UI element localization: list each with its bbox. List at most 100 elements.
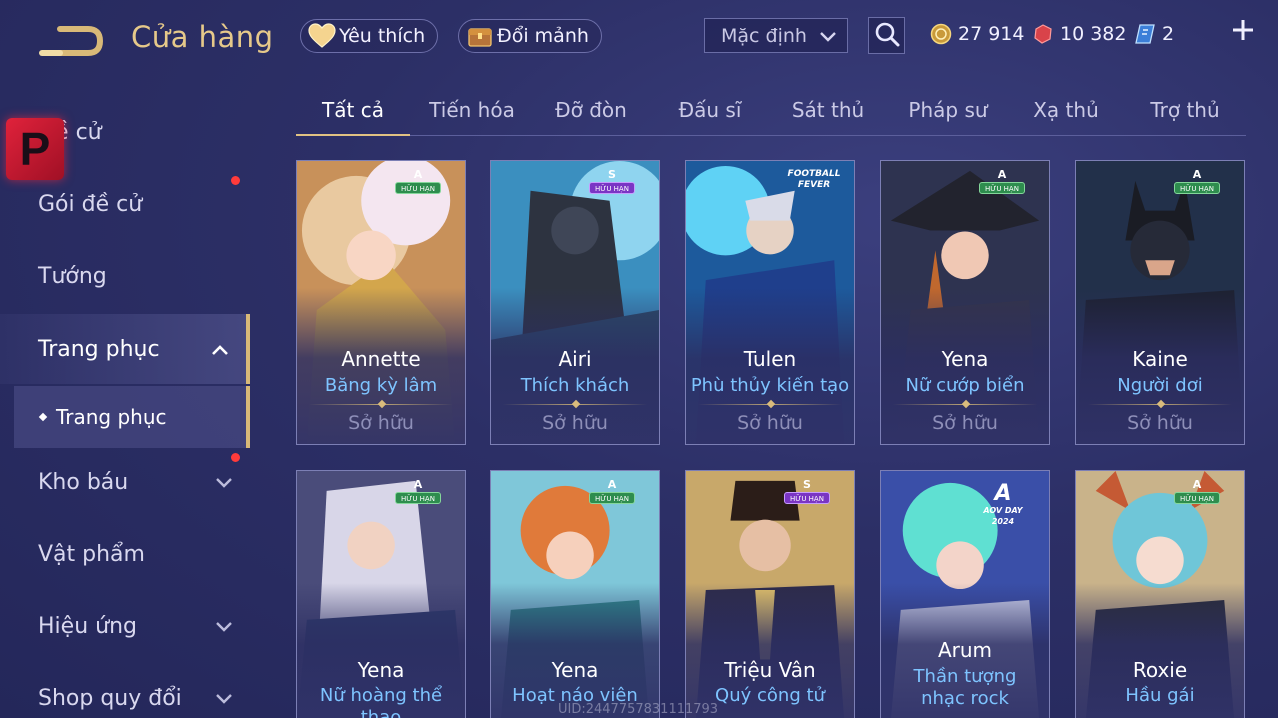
skin-name: Nữ hoàng thể thao (319, 685, 443, 718)
skin-card[interactable]: A HỮU HẠN Yena Hoạt náo viên (490, 470, 660, 718)
sidebar: Đề cử Gói đề cử Tướng Trang phục Trang p… (0, 88, 250, 718)
hero-name: Yena (551, 658, 599, 682)
rank-badge: S HỮU HẠN (782, 479, 832, 507)
owned-status: Sở hữu (348, 412, 414, 434)
skin-card[interactable]: A HỮU HẠN Yena Nữ hoàng thể thao (296, 470, 466, 718)
exchange-label: Đổi mảnh (497, 25, 589, 47)
rank-badge: A HỮU HẠN (1172, 479, 1222, 507)
hero-name: Triệu Vân (724, 658, 816, 682)
gold-currency: 27 914 (930, 20, 1024, 48)
search-button[interactable] (868, 17, 905, 54)
owned-status: Sở hữu (542, 412, 608, 434)
back-arrow-icon[interactable] (38, 24, 104, 58)
owned-status: Sở hữu (737, 412, 803, 434)
skin-card[interactable]: A AOV DAY 2024 Arum Thần tượng nhạc rock (880, 470, 1050, 718)
sidebar-item-skins[interactable]: Trang phục (0, 314, 250, 384)
sidebar-item-label: Trang phục (38, 336, 160, 362)
owned-status: Sở hữu (1127, 412, 1193, 434)
skin-name: Nữ cướp biển (905, 375, 1025, 396)
chevron-down-icon (214, 473, 234, 491)
rank-badge: S HỮU HẠN (587, 169, 637, 197)
chevron-down-icon (819, 27, 837, 45)
sidebar-item-label: Gói đề cử (38, 191, 143, 217)
sidebar-item-treasure[interactable]: Kho báu (0, 450, 250, 514)
sidebar-item-heroes[interactable]: Tướng (0, 244, 250, 308)
favorite-button[interactable]: Yêu thích (300, 19, 439, 53)
sidebar-subitem-skins[interactable]: Trang phục (14, 386, 250, 448)
tab-evolution[interactable]: Tiến hóa (416, 98, 528, 134)
tab-support[interactable]: Trợ thủ (1128, 98, 1242, 134)
sidebar-subitem-label: Trang phục (56, 405, 167, 429)
notification-dot (231, 176, 240, 185)
chevron-down-icon (214, 689, 234, 707)
skin-card[interactable]: A HỮU HẠN Yena Nữ cướp biển Sở hữu (880, 160, 1050, 445)
rank-badge: A HỮU HẠN (393, 479, 443, 507)
skin-name: Thần tượng nhạc rock (913, 666, 1017, 709)
bullet-diamond-icon (38, 412, 48, 422)
skin-name: Phù thủy kiến tạo (690, 375, 850, 396)
skin-card[interactable]: S HỮU HẠN Triệu Vân Quý công tử (685, 470, 855, 718)
uid-watermark: UID:2447757831111793 (558, 702, 719, 717)
skin-name: Hầu gái (1125, 685, 1195, 706)
voucher-currency: 10 382 (1032, 20, 1126, 48)
hero-name: Roxie (1132, 658, 1188, 682)
event-badge: FOOTBALL FEVER (787, 169, 841, 190)
red-gem-icon (1032, 23, 1054, 45)
exchange-shards-button[interactable]: Đổi mảnh (458, 19, 602, 53)
sidebar-item-recommended-bundles[interactable]: Gói đề cử (0, 172, 250, 236)
skin-card[interactable]: A HỮU HẠN Annette Băng kỳ lâm Sở hữu (296, 160, 466, 445)
notification-dot (231, 453, 240, 462)
owned-status: Sở hữu (932, 412, 998, 434)
event-badge: A AOV DAY 2024 (983, 481, 1023, 527)
hero-name: Yena (941, 347, 989, 371)
skin-card[interactable]: FOOTBALL FEVER Tulen Phù thủy kiến tạo S… (685, 160, 855, 445)
hero-name: Tulen (743, 347, 797, 371)
active-tab-indicator (296, 134, 410, 136)
tab-tank[interactable]: Đỡ đòn (536, 98, 646, 134)
hero-name: Kaine (1132, 347, 1188, 371)
sidebar-item-label: Tướng (38, 263, 107, 289)
skin-card[interactable]: A HỮU HẠN Kaine Người dơi Sở hữu (1075, 160, 1245, 445)
tab-fighter[interactable]: Đấu sĩ (654, 98, 766, 134)
overlay-p-logo: P (6, 118, 64, 180)
skin-name: Người dơi (1117, 375, 1203, 396)
search-icon (874, 21, 900, 51)
role-tabs: Tất cả Tiến hóa Đỡ đòn Đấu sĩ Sát thủ Ph… (296, 92, 1246, 136)
chevron-down-icon (214, 617, 234, 635)
sort-dropdown[interactable]: Mặc định (704, 18, 848, 53)
sort-value: Mặc định (721, 24, 807, 47)
favorite-label: Yêu thích (339, 25, 426, 47)
add-currency-button[interactable] (1228, 18, 1258, 48)
gold-amount: 27 914 (958, 23, 1025, 45)
hero-name: Arum (937, 638, 993, 662)
skin-card[interactable]: A HỮU HẠN Roxie Hầu gái (1075, 470, 1245, 718)
sidebar-item-effects[interactable]: Hiệu ứng (0, 594, 250, 658)
tab-marksman[interactable]: Xạ thủ (1010, 98, 1122, 134)
rank-badge: A HỮU HẠN (1172, 169, 1222, 197)
blue-ticket-icon (1134, 23, 1156, 45)
rank-badge: A HỮU HẠN (587, 479, 637, 507)
ticket-currency: 2 (1134, 20, 1174, 48)
chevron-up-icon (210, 340, 230, 358)
tab-all[interactable]: Tất cả (296, 98, 410, 134)
plus-icon (1233, 20, 1253, 40)
sidebar-item-items[interactable]: Vật phẩm (0, 522, 250, 586)
sidebar-item-label: Shop quy đổi (38, 685, 182, 711)
sidebar-item-exchange-shop[interactable]: Shop quy đổi (0, 666, 250, 718)
skin-card[interactable]: S HỮU HẠN Airi Thích khách Sở hữu (490, 160, 660, 445)
sidebar-item-label: Kho báu (38, 469, 129, 495)
hero-name: Annette (341, 347, 421, 371)
skin-name: Thích khách (520, 375, 630, 396)
hero-name: Airi (558, 347, 592, 371)
tab-assassin[interactable]: Sát thủ (772, 98, 884, 134)
voucher-amount: 10 382 (1060, 23, 1127, 45)
sidebar-item-label: Hiệu ứng (38, 613, 137, 639)
hero-name: Yena (357, 658, 405, 682)
skin-name: Băng kỳ lâm (324, 375, 438, 396)
ticket-amount: 2 (1162, 23, 1175, 45)
rank-badge: A HỮU HẠN (977, 169, 1027, 197)
tab-mage[interactable]: Pháp sư (892, 98, 1004, 134)
top-bar: Cửa hàng Yêu thích Đổi mảnh Mặc định 27 … (0, 0, 1278, 78)
sidebar-item-label: Vật phẩm (38, 541, 145, 567)
treasure-chest-icon (465, 22, 495, 50)
